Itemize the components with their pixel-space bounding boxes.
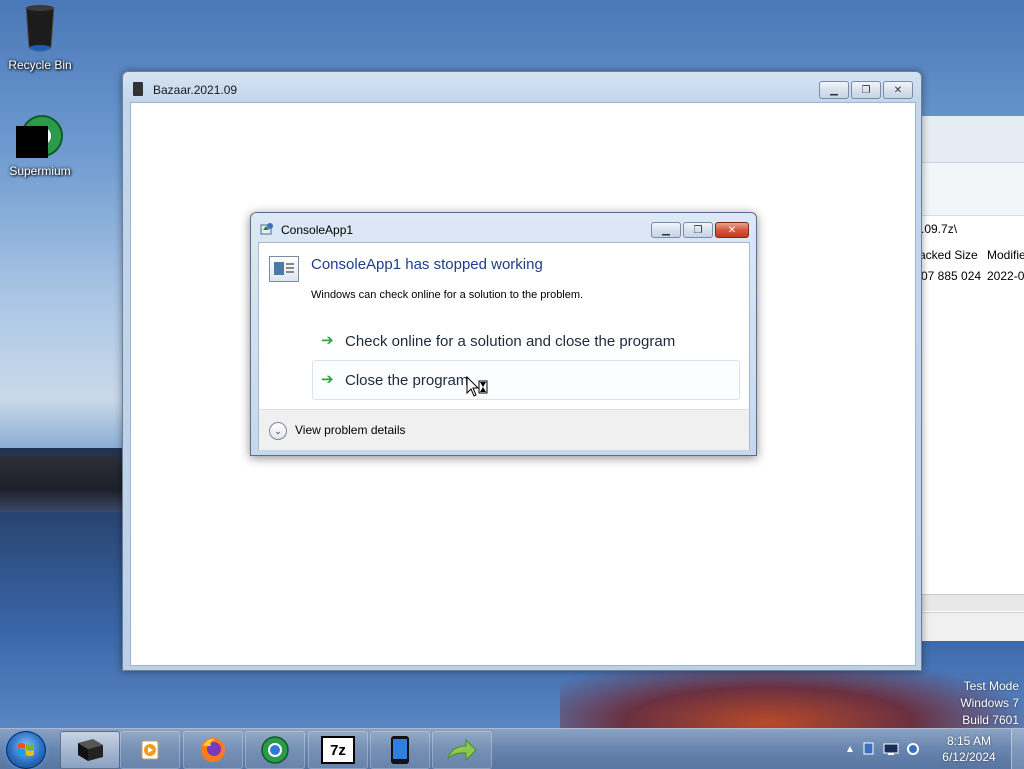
dialog-minimize-button[interactable]: ▁ (651, 222, 681, 238)
taskbar-phone[interactable] (370, 731, 430, 769)
check-online-button[interactable]: ➔ Check online for a solution and close … (312, 321, 740, 361)
taskbar: 7z ▲ 8:15 AM 6/12/2024 (0, 728, 1024, 769)
address-path[interactable]: .09.7z\ (921, 222, 957, 236)
flag-icon[interactable] (861, 741, 877, 757)
watermark-line: Windows 7 (960, 696, 1019, 710)
background-window-7zip[interactable]: .09.7z\ acked Size Modifie 07 885 024 20… (910, 116, 1024, 641)
taskbar-clock[interactable]: 8:15 AM 6/12/2024 (930, 733, 1008, 765)
green-arrow-icon: ➔ (321, 332, 334, 349)
close-program-button[interactable]: ➔ Close the program (312, 360, 740, 400)
caption-buttons: ▁ ❐ ✕ (819, 81, 913, 99)
test-mode-watermark: Test Mode Windows 7 Build 7601 (960, 678, 1019, 729)
system-tray: ▲ (845, 739, 921, 759)
dialog-body: ConsoleApp1 has stopped working Windows … (258, 242, 750, 450)
table-row[interactable]: 07 885 024 2022-03 (911, 266, 1024, 286)
column-header-packed-size[interactable]: acked Size (919, 248, 978, 262)
clock-time: 8:15 AM (946, 734, 992, 748)
7zip-icon: 7z (321, 736, 355, 764)
supermium-icon (261, 736, 289, 764)
dialog-headline: ConsoleApp1 has stopped working (311, 256, 543, 273)
green-arrow-icon (447, 738, 477, 762)
cell-packed-size: 07 885 024 (921, 269, 982, 283)
command-link-label: Close the program (345, 371, 469, 389)
taskbar-app-bazaar[interactable] (60, 731, 120, 769)
toolbar (911, 116, 1024, 163)
dialog-subtext: Windows can check online for a solution … (311, 289, 584, 301)
recycle-bin-icon (22, 4, 58, 54)
taskbar-arrow[interactable] (432, 731, 492, 769)
dialog-title: ConsoleApp1 (281, 223, 354, 237)
taskbar-firefox[interactable] (183, 731, 243, 769)
desktop-icon-label: Recycle Bin (8, 58, 72, 72)
window-title: Bazaar.2021.09 (153, 83, 238, 97)
desktop-icon-supermium[interactable]: Supermium (0, 112, 80, 178)
status-bar (911, 612, 1024, 641)
view-problem-details-link[interactable]: View problem details (295, 423, 406, 437)
minimize-button[interactable]: ▁ (819, 81, 849, 99)
program-window-icon (269, 256, 299, 282)
dialog-app-icon (260, 222, 274, 236)
7zip-label: 7z (330, 741, 346, 759)
clock-date: 6/12/2024 (942, 750, 996, 764)
maximize-button[interactable]: ❐ (851, 81, 881, 99)
app-icon (133, 82, 143, 96)
column-headers: acked Size Modifie (911, 244, 1024, 266)
command-link-label: Check online for a solution and close th… (345, 332, 676, 350)
media-player-icon (141, 740, 159, 760)
dialog-footer: ⌄ View problem details (259, 409, 749, 450)
show-desktop-button[interactable] (1011, 729, 1024, 769)
dialog-caption-buttons: ▁ ❐ ✕ (651, 222, 749, 240)
close-button[interactable]: ✕ (883, 81, 913, 99)
desktop-icon-label: Supermium (9, 164, 71, 178)
dialog-close-button[interactable]: ✕ (715, 222, 749, 238)
taskbar-7zip[interactable]: 7z (308, 731, 368, 769)
horizontal-scrollbar[interactable] (911, 594, 1024, 611)
show-hidden-icons-button[interactable]: ▲ (845, 744, 855, 755)
dialog-maximize-button[interactable]: ❐ (683, 222, 713, 238)
phone-icon (391, 736, 409, 764)
windows-logo-icon (18, 743, 34, 756)
wallpaper-rocks (0, 456, 123, 512)
supermium-icon (16, 112, 64, 160)
chevron-down-icon[interactable]: ⌄ (269, 422, 287, 440)
volume-icon[interactable] (905, 741, 921, 757)
green-arrow-icon: ➔ (321, 371, 334, 388)
watermark-line: Test Mode (963, 679, 1019, 693)
taskbar-media-player[interactable] (120, 731, 180, 769)
taskbar-supermium[interactable] (245, 731, 305, 769)
watermark-line: Build 7601 (962, 713, 1019, 727)
network-icon[interactable] (883, 741, 899, 757)
toolbar-buttons (911, 163, 1024, 216)
error-dialog[interactable]: ConsoleApp1 ▁ ❐ ✕ ConsoleApp1 has stoppe… (250, 212, 757, 456)
busy-cursor-icon (466, 375, 490, 400)
desktop-icon-recycle-bin[interactable]: Recycle Bin (0, 4, 80, 72)
black-box-icon (78, 739, 103, 761)
column-header-modified[interactable]: Modifie (987, 248, 1024, 262)
start-button[interactable] (6, 731, 46, 769)
firefox-icon (201, 738, 225, 762)
cell-modified: 2022-03 (987, 269, 1024, 283)
